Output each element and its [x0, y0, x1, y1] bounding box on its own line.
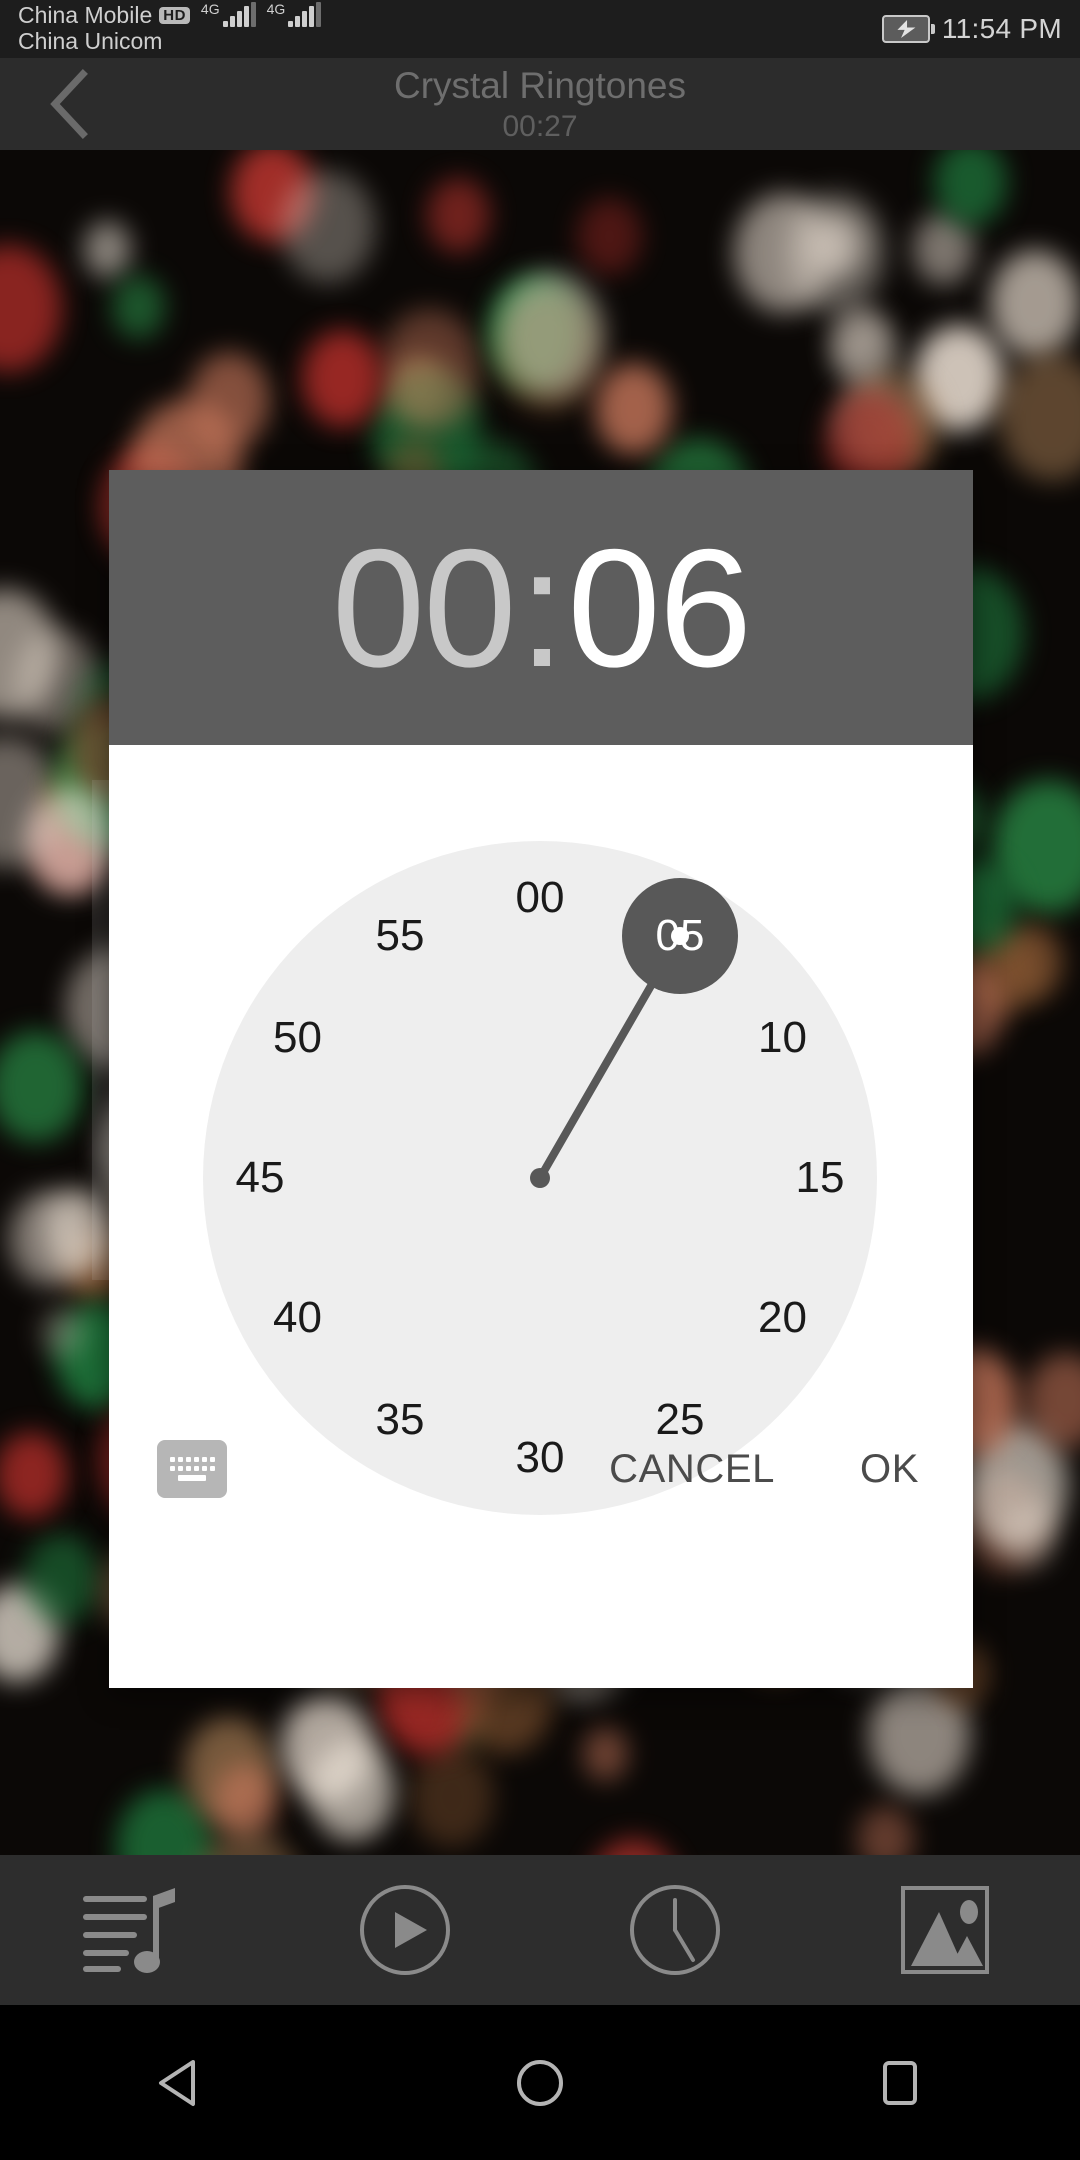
back-button[interactable]: [22, 58, 118, 150]
nav-back[interactable]: [0, 2005, 360, 2160]
phone-screen: China Mobile HD 4G 4G China Unicom 11:54…: [0, 0, 1080, 2160]
signal-group-1: 4G: [200, 1, 256, 27]
clock-tick-10[interactable]: 10: [737, 1010, 827, 1066]
clock-selector-knob[interactable]: 05: [622, 877, 738, 994]
network-type-1: 4G: [200, 1, 220, 17]
play-circle-icon: [360, 1885, 450, 1975]
carrier-info: China Mobile HD 4G 4G China Unicom: [18, 1, 322, 54]
signal-bars-1: [222, 2, 256, 27]
status-bar: China Mobile HD 4G 4G China Unicom 11:54…: [0, 0, 1080, 58]
time-picker-dialog: 00 : 06 05 0010152025303540455055: [109, 470, 973, 1688]
keyboard-icon[interactable]: [157, 1440, 227, 1498]
clock-tick-45[interactable]: 45: [215, 1150, 305, 1206]
signal-bars-2: [288, 2, 322, 27]
app-title-bar: Crystal Ringtones 00:27: [0, 58, 1080, 150]
hd-badge: HD: [159, 6, 190, 24]
status-bar-clock: 11:54 PM: [941, 13, 1062, 44]
android-nav-bar: [0, 2005, 1080, 2160]
time-separator: :: [518, 513, 566, 702]
clock-selector-center-dot: [671, 926, 689, 945]
cancel-button[interactable]: CANCEL: [591, 1428, 793, 1510]
toolbar-playlist[interactable]: [0, 1855, 270, 2005]
image-icon: [901, 1886, 989, 1974]
page-title: Crystal Ringtones: [393, 64, 686, 106]
dialog-action-bar: CANCEL OK: [109, 1412, 973, 1550]
back-triangle-icon: [159, 2059, 195, 2106]
clock-icon: [630, 1885, 720, 1975]
toolbar-image[interactable]: [810, 1855, 1080, 2005]
clock-tick-00[interactable]: 00: [495, 870, 585, 926]
time-readout: 00 : 06: [332, 513, 752, 702]
clock-center-pivot: [530, 1168, 550, 1188]
nav-home[interactable]: [360, 2005, 720, 2160]
toolbar-play[interactable]: [270, 1855, 540, 2005]
page-subtitle: 00:27: [502, 109, 578, 143]
clock-tick-40[interactable]: 40: [253, 1290, 343, 1346]
time-picker-body: 05 0010152025303540455055 CANCEL OK: [109, 745, 973, 1550]
signal-group-2: 4G: [266, 1, 322, 27]
bottom-toolbar: [0, 1855, 1080, 2005]
nav-recents[interactable]: [720, 2005, 1080, 2160]
carrier-secondary-label: China Unicom: [18, 28, 163, 54]
title-stack: Crystal Ringtones 00:27: [0, 58, 1080, 150]
carrier-primary-label: China Mobile: [18, 2, 153, 28]
ok-button[interactable]: OK: [842, 1428, 937, 1510]
minutes-value[interactable]: 06: [567, 524, 752, 692]
time-picker-header: 00 : 06: [109, 470, 973, 745]
home-circle-icon: [517, 2059, 563, 2106]
toolbar-timer[interactable]: [540, 1855, 810, 2005]
clock-tick-15[interactable]: 15: [775, 1150, 865, 1206]
recents-square-icon: [883, 2060, 917, 2105]
battery-charging-icon: [881, 15, 935, 43]
status-bar-right: 11:54 PM: [881, 0, 1062, 58]
hours-value[interactable]: 00: [332, 524, 517, 692]
network-type-2: 4G: [266, 1, 286, 17]
clock-tick-50[interactable]: 50: [253, 1010, 343, 1066]
clock-tick-20[interactable]: 20: [737, 1290, 827, 1346]
back-chevron-icon: [50, 69, 88, 139]
clock-tick-55[interactable]: 55: [355, 908, 445, 964]
playlist-music-icon: [83, 1888, 175, 1973]
